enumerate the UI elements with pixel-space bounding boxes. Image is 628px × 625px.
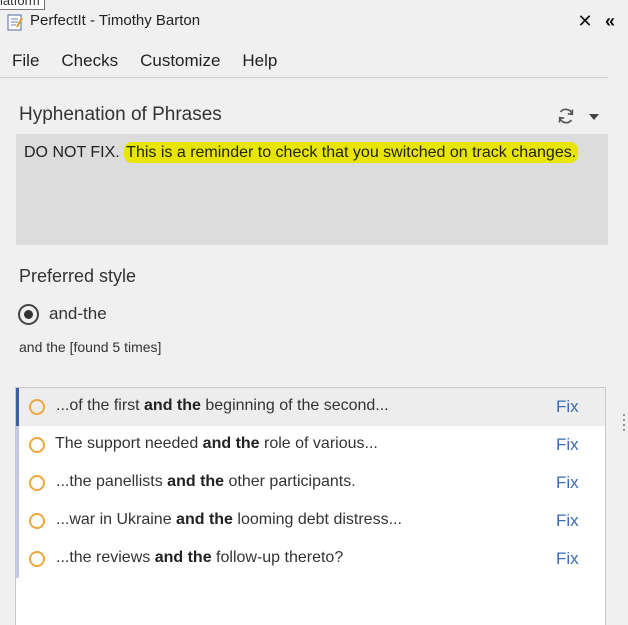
row-marker — [16, 502, 19, 540]
radio-icon[interactable] — [29, 513, 45, 529]
result-text: ...the reviews and the follow-up thereto… — [56, 549, 344, 566]
result-row[interactable]: ...the panellists and the other particip… — [16, 464, 605, 502]
menu-checks[interactable]: Checks — [50, 46, 129, 77]
radio-icon[interactable] — [29, 475, 45, 491]
radio-selected-icon[interactable] — [18, 303, 39, 325]
refresh-icon[interactable] — [556, 106, 576, 126]
preferred-style-option[interactable]: and-the — [18, 302, 107, 326]
double-chevron-left-icon[interactable]: « — [600, 10, 620, 32]
radio-icon[interactable] — [29, 399, 45, 415]
message-highlighted: This is a reminder to check that you swi… — [124, 142, 579, 163]
check-message: DO NOT FIX. This is a reminder to check … — [16, 134, 608, 245]
result-row[interactable]: The support needed and the role of vario… — [16, 426, 605, 464]
fix-link[interactable]: Fix — [556, 435, 579, 455]
radio-icon[interactable] — [29, 437, 45, 453]
radio-icon[interactable] — [29, 551, 45, 567]
resize-grip-icon[interactable] — [622, 413, 626, 435]
menu-customize[interactable]: Customize — [129, 46, 231, 77]
result-row[interactable]: ...of the first and the beginning of the… — [16, 388, 605, 426]
found-count: and the [found 5 times] — [19, 339, 162, 355]
result-text: ...war in Ukraine and the looming debt d… — [56, 511, 402, 528]
menu-bar: File Checks Customize Help — [0, 46, 608, 78]
fix-link[interactable]: Fix — [556, 473, 579, 493]
fix-link[interactable]: Fix — [556, 397, 579, 417]
result-text: ...the panellists and the other particip… — [56, 473, 356, 490]
tooltip-fragment: latform — [0, 0, 45, 10]
message-prefix: DO NOT FIX. — [24, 144, 120, 161]
fix-link[interactable]: Fix — [556, 511, 579, 531]
menu-help[interactable]: Help — [231, 46, 288, 77]
window-title: PerfectIt - Timothy Barton — [30, 12, 201, 29]
preferred-style-option-label: and-the — [49, 304, 107, 323]
fix-link[interactable]: Fix — [556, 549, 579, 569]
result-row[interactable]: ...the reviews and the follow-up thereto… — [16, 540, 605, 578]
result-row[interactable]: ...war in Ukraine and the looming debt d… — [16, 502, 605, 540]
check-title: Hyphenation of Phrases — [19, 104, 222, 125]
menu-file[interactable]: File — [0, 46, 50, 77]
close-icon[interactable]: ✕ — [576, 10, 594, 32]
preferred-style-label: Preferred style — [19, 266, 137, 286]
title-bar: PerfectIt - Timothy Barton ✕ « — [0, 0, 628, 42]
row-marker — [16, 464, 19, 502]
row-marker — [16, 388, 19, 426]
perfectit-app-icon — [7, 14, 23, 31]
results-list: ...of the first and the beginning of the… — [15, 387, 606, 625]
chevron-down-icon[interactable] — [588, 112, 600, 122]
row-marker — [16, 426, 19, 464]
result-text: The support needed and the role of vario… — [55, 435, 378, 452]
result-text: ...of the first and the beginning of the… — [56, 397, 389, 414]
row-marker — [16, 540, 19, 578]
